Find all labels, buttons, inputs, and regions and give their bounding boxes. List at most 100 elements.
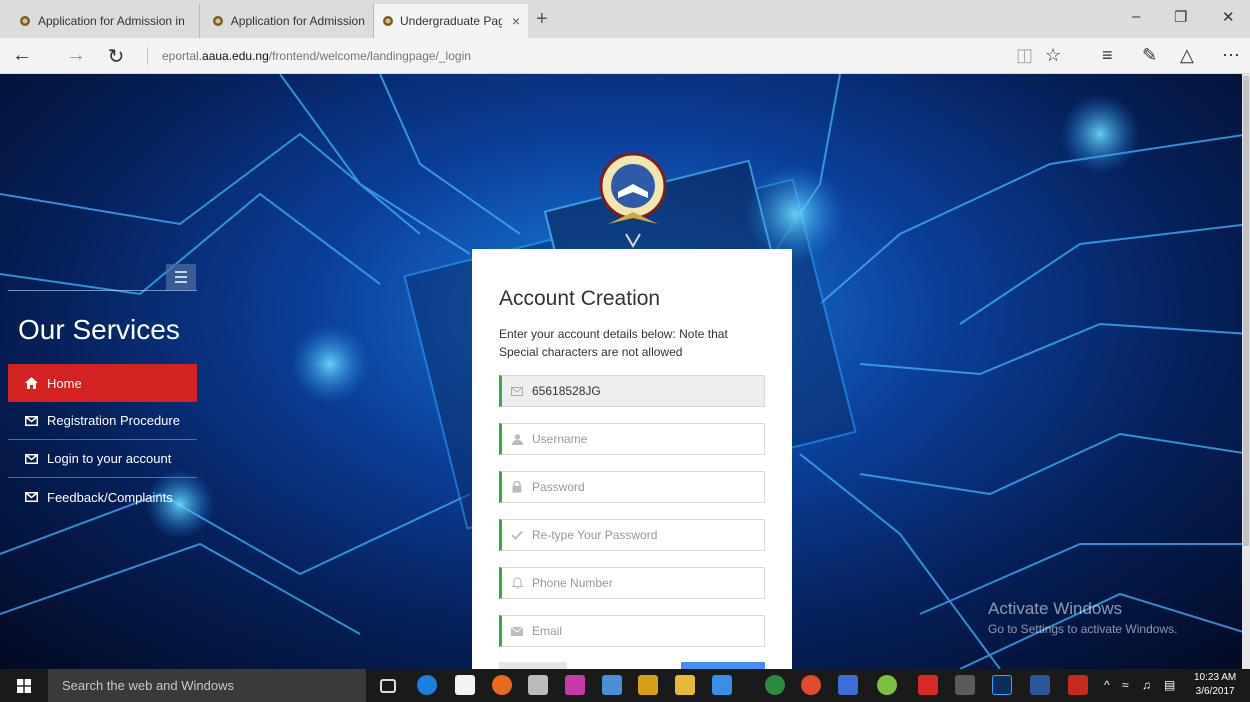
- account-creation-form: Account Creation Enter your account deta…: [472, 249, 792, 669]
- app-icon[interactable]: [565, 675, 585, 695]
- app-icon[interactable]: [712, 675, 732, 695]
- page-viewport: Our Services Home Registration Procedure…: [0, 74, 1250, 669]
- taskbar-clock[interactable]: 10:23 AM 3/6/2017: [1194, 671, 1236, 699]
- username-input[interactable]: [532, 432, 752, 446]
- back-button[interactable]: [499, 662, 567, 669]
- sidebar-item-home[interactable]: Home: [8, 364, 197, 402]
- submit-button[interactable]: [681, 662, 765, 669]
- address-bar[interactable]: eportal.aaua.edu.ng/frontend/welcome/lan…: [162, 49, 471, 63]
- app-icon[interactable]: [765, 675, 785, 695]
- form-buttons: [499, 662, 765, 669]
- url-path: /frontend/welcome/landingpage/_login: [268, 49, 471, 63]
- more-icon[interactable]: ⋯: [1222, 45, 1240, 66]
- password-input[interactable]: [532, 480, 752, 494]
- app-icon[interactable]: [602, 675, 622, 695]
- envelope-icon: [510, 626, 524, 636]
- envelope-icon: [25, 453, 39, 464]
- site-favicon-icon: [18, 14, 32, 28]
- chevron-up-icon[interactable]: ^: [1104, 678, 1110, 692]
- favorite-star-icon[interactable]: ☆: [1045, 45, 1061, 66]
- sidebar-item-label: Feedback/Complaints: [47, 489, 173, 505]
- windows-logo-icon: [17, 678, 31, 693]
- photoshop-icon[interactable]: [992, 675, 1012, 695]
- password-field[interactable]: [499, 471, 765, 503]
- user-icon: [510, 433, 524, 445]
- app-icon[interactable]: [838, 675, 858, 695]
- taskbar-search[interactable]: Search the web and Windows: [48, 669, 366, 702]
- envelope-icon: [25, 492, 39, 502]
- hub-icon[interactable]: ≡: [1102, 45, 1113, 66]
- url-host: aaua.edu.ng: [202, 49, 269, 63]
- word-icon[interactable]: [1030, 675, 1050, 695]
- share-icon[interactable]: △: [1180, 45, 1194, 66]
- username-field[interactable]: [499, 423, 765, 455]
- new-tab-icon[interactable]: +: [536, 8, 548, 31]
- store-icon[interactable]: [455, 675, 475, 695]
- app-icon[interactable]: [877, 675, 897, 695]
- university-emblem-logo: [599, 152, 667, 248]
- task-view-icon[interactable]: [380, 679, 396, 693]
- home-icon: [25, 377, 39, 389]
- refresh-icon[interactable]: ↻: [104, 44, 128, 69]
- tab-label: Undergraduate Page | A: [400, 14, 502, 28]
- sidebar-item-feedback[interactable]: Feedback/Complaints: [8, 478, 197, 516]
- services-menu: Home Registration Procedure Login to you…: [8, 364, 197, 516]
- close-tab-icon[interactable]: ×: [512, 13, 520, 29]
- envelope-icon: [25, 415, 39, 426]
- form-title: Account Creation: [499, 287, 661, 310]
- phone-input[interactable]: [532, 576, 752, 590]
- browser-tab-strip: Application for Admission in Application…: [0, 0, 1250, 38]
- services-title: Our Services: [18, 314, 180, 345]
- tab-application-1[interactable]: Application for Admission in: [10, 4, 200, 38]
- registration-number-field[interactable]: 65618528JG: [499, 375, 765, 407]
- site-favicon-icon: [382, 14, 394, 28]
- sidebar-item-label: Login to your account: [47, 451, 172, 466]
- clock-time: 10:23 AM: [1194, 672, 1237, 683]
- chrome-icon[interactable]: [801, 675, 821, 695]
- acrobat-icon[interactable]: [1068, 675, 1088, 695]
- taskbar-search-placeholder: Search the web and Windows: [62, 678, 234, 693]
- web-note-icon[interactable]: ✎: [1142, 45, 1157, 66]
- phone-field[interactable]: [499, 567, 765, 599]
- sidebar-item-label: Registration Procedure: [47, 413, 180, 428]
- firefox-icon[interactable]: [492, 675, 512, 695]
- notifications-icon[interactable]: ▤: [1164, 678, 1175, 692]
- close-window-icon[interactable]: ✕: [1222, 8, 1235, 26]
- reading-view-icon[interactable]: ◫: [1016, 45, 1033, 66]
- start-button[interactable]: [0, 669, 48, 702]
- retype-password-field[interactable]: [499, 519, 765, 551]
- tab-label: Application for Admission in: [38, 14, 185, 28]
- retype-password-input[interactable]: [532, 528, 752, 542]
- tab-application-2[interactable]: Application for Admission in: [204, 4, 374, 38]
- email-field[interactable]: [499, 615, 765, 647]
- envelope-icon: [510, 386, 524, 396]
- sidebar-item-login[interactable]: Login to your account: [8, 440, 197, 478]
- url-separator: [147, 47, 148, 65]
- page-scrollbar[interactable]: [1242, 74, 1250, 669]
- volume-icon[interactable]: ♫: [1142, 678, 1151, 692]
- restore-icon[interactable]: ❐: [1174, 8, 1187, 26]
- watermark-subtitle: Go to Settings to activate Windows.: [988, 622, 1178, 636]
- menu-toggle-icon[interactable]: [166, 264, 196, 290]
- activate-windows-watermark: Activate Windows Go to Settings to activ…: [988, 599, 1177, 636]
- app-icon[interactable]: [638, 675, 658, 695]
- app-icon[interactable]: [955, 675, 975, 695]
- app-icon[interactable]: [528, 675, 548, 695]
- registration-number-value: 65618528JG: [532, 384, 601, 398]
- tab-undergraduate-page[interactable]: Undergraduate Page | A ×: [374, 4, 528, 38]
- browser-nav-bar: ← → ↻ eportal.aaua.edu.ng/frontend/welco…: [0, 38, 1250, 74]
- sidebar-item-label: Home: [47, 375, 82, 391]
- app-icon[interactable]: [918, 675, 938, 695]
- divider: [8, 290, 197, 291]
- scrollbar-thumb[interactable]: [1243, 76, 1249, 546]
- sidebar-item-registration-procedure[interactable]: Registration Procedure: [8, 402, 197, 440]
- forward-arrow-icon[interactable]: →: [64, 44, 88, 67]
- email-input[interactable]: [532, 624, 752, 638]
- site-favicon-icon: [212, 14, 225, 28]
- edge-browser-icon[interactable]: [417, 675, 437, 695]
- windows-taskbar: Search the web and Windows ^ ≈ ♫ ▤ 10:23…: [0, 669, 1250, 702]
- network-icon[interactable]: ≈: [1122, 678, 1129, 692]
- back-arrow-icon[interactable]: ←: [10, 44, 34, 67]
- file-explorer-icon[interactable]: [675, 675, 695, 695]
- minimize-icon[interactable]: –: [1132, 8, 1140, 25]
